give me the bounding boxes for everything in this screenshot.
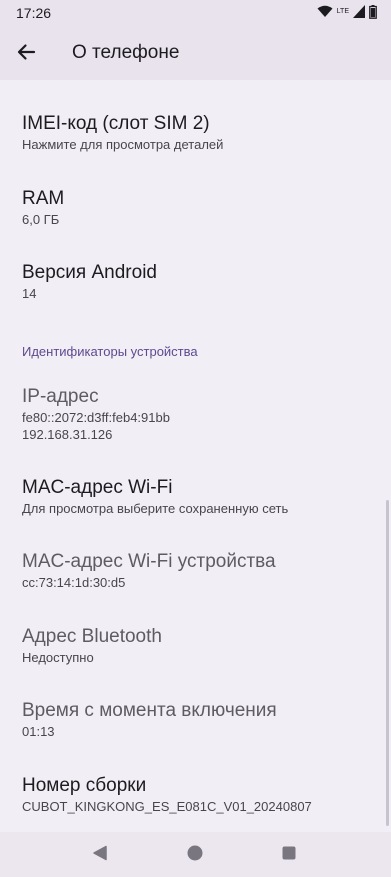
signal-icon: [353, 5, 365, 23]
ram-item[interactable]: RAM 6,0 ГБ: [22, 187, 381, 228]
item-subtitle: Недоступно: [22, 650, 94, 665]
uptime-item[interactable]: Время с момента включения 01:13: [22, 699, 381, 740]
square-recents-icon: [281, 845, 297, 866]
item-subtitle-line2: 192.168.31.126: [22, 427, 113, 442]
build-number-item[interactable]: Номер сборки CUBOT_KINGKONG_ES_E081C_V01…: [22, 774, 381, 815]
item-subtitle: 01:13: [22, 724, 55, 739]
imei-slot2-item[interactable]: IMEI-код (слот SIM 2) Нажмите для просмо…: [22, 112, 381, 153]
wifi-icon: [317, 5, 333, 23]
android-version-item[interactable]: Версия Android 14: [22, 261, 381, 302]
status-time: 17:26: [16, 5, 52, 21]
item-title: Номер сборки: [22, 775, 147, 796]
nav-home-button[interactable]: [184, 844, 206, 866]
ip-address-item[interactable]: IP-адрес fe80::2072:d3ff:feb4:91bb 192.1…: [22, 385, 381, 443]
circle-home-icon: [186, 844, 204, 867]
item-subtitle: 14: [22, 286, 37, 301]
nav-back-button[interactable]: [89, 844, 111, 866]
navigation-bar: [0, 832, 391, 877]
arrow-back-icon: [16, 42, 36, 67]
app-bar: О телефоне: [0, 28, 391, 80]
settings-list[interactable]: IMEI-код (слот SIM 2) Нажмите для просмо…: [0, 80, 391, 832]
item-subtitle-line1: fe80::2072:d3ff:feb4:91bb: [22, 410, 170, 425]
item-title: Версия Android: [22, 262, 157, 283]
wifi-mac-item[interactable]: MAC-адрес Wi-Fi Для просмотра выберите с…: [22, 476, 381, 517]
back-button[interactable]: [10, 38, 42, 70]
item-subtitle: CUBOT_KINGKONG_ES_E081C_V01_20240807: [22, 799, 312, 814]
network-label: LTE: [336, 7, 349, 15]
section-header-device-ids: Идентификаторы устройства: [22, 344, 198, 359]
battery-icon: [369, 4, 377, 24]
scrollbar[interactable]: [386, 500, 389, 826]
bluetooth-address-item[interactable]: Адрес Bluetooth Недоступно: [22, 625, 381, 666]
status-icons: LTE: [317, 4, 377, 24]
page-title: О телефоне: [72, 42, 180, 63]
item-title: RAM: [22, 188, 65, 209]
item-subtitle: cc:73:14:1d:30:d5: [22, 575, 126, 590]
item-title: IP-адрес: [22, 386, 99, 407]
item-title: Адрес Bluetooth: [22, 626, 162, 647]
triangle-back-icon: [92, 845, 108, 866]
item-title: MAC-адрес Wi-Fi устройства: [22, 551, 276, 572]
item-title: Время с момента включения: [22, 700, 277, 721]
item-title: MAC-адрес Wi-Fi: [22, 477, 173, 498]
status-bar: 17:26 LTE: [0, 0, 391, 28]
item-subtitle: 6,0 ГБ: [22, 212, 60, 227]
item-subtitle: Нажмите для просмотра деталей: [22, 137, 224, 152]
device-wifi-mac-item[interactable]: MAC-адрес Wi-Fi устройства cc:73:14:1d:3…: [22, 550, 381, 591]
nav-recents-button[interactable]: [278, 844, 300, 866]
item-subtitle: Для просмотра выберите сохраненную сеть: [22, 501, 289, 516]
item-title: IMEI-код (слот SIM 2): [22, 113, 210, 134]
